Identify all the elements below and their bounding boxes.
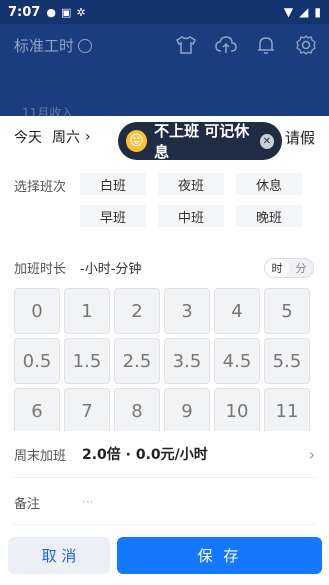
overtime-value: -小时-分钟 (80, 262, 142, 277)
keypad-key[interactable]: 7 (64, 388, 110, 431)
shift-option-rest[interactable]: 休息 (236, 173, 302, 195)
cloud-upload-icon[interactable] (215, 34, 237, 56)
tooltip-text: 不上班 可记休息 (154, 122, 250, 161)
wifi-icon: ▼ (283, 5, 294, 19)
weekend-rate-value: 2.0倍 · 0.0元/小时 (82, 447, 208, 463)
keypad-key[interactable]: 0 (14, 288, 60, 334)
app-title[interactable]: 标准工时 (14, 35, 93, 56)
keypad-key[interactable]: 5.5 (264, 338, 310, 384)
footer-actions: 取 消 保 存 (0, 537, 329, 577)
app-p-icon: ▣ (60, 5, 72, 19)
shift-option-night[interactable]: 夜班 (158, 173, 224, 195)
chevron-right-icon[interactable]: › (85, 129, 91, 145)
divider (14, 477, 315, 478)
gear-icon[interactable] (295, 34, 317, 56)
close-icon[interactable]: ✕ (259, 133, 274, 149)
keypad-key[interactable]: 0.5 (14, 338, 60, 384)
keypad-key[interactable]: 5 (264, 288, 310, 334)
keypad-key[interactable]: 3.5 (164, 338, 210, 384)
unit-hour[interactable]: 时 (265, 259, 289, 277)
record-sheet: 今天 周六 › 请假 选择班次 白班 夜班 休息 早班 中班 晚班 加班时长 -… (0, 116, 329, 585)
keypad-key[interactable]: 9 (164, 388, 210, 431)
signal-icon: ◢ (299, 5, 309, 19)
note-input[interactable]: ··· (82, 495, 93, 509)
weekend-overtime-row[interactable]: 周末加班 2.0倍 · 0.0元/小时 › (0, 432, 329, 476)
keypad-key[interactable]: 3 (164, 288, 210, 334)
keypad-key[interactable]: 2 (114, 288, 160, 334)
cancel-button[interactable]: 取 消 (8, 537, 110, 574)
keypad-key[interactable]: 8 (114, 388, 160, 431)
shift-label: 选择班次 (14, 180, 67, 195)
app-title-text: 标准工时 (14, 37, 75, 55)
keypad-key[interactable]: 1 (64, 288, 110, 334)
shift-option-late[interactable]: 晚班 (236, 205, 302, 227)
app-header: 标准工时 11月收入 (0, 24, 329, 120)
clock-icon (78, 38, 93, 53)
today-label[interactable]: 今天 (14, 127, 42, 147)
shift-option-middle[interactable]: 中班 (158, 205, 224, 227)
battery-icon: ▮ (314, 5, 321, 19)
keypad-key[interactable]: 2.5 (114, 338, 160, 384)
keypad-key[interactable]: 4 (214, 288, 260, 334)
note-label: 备注 (14, 496, 41, 512)
unit-minute[interactable]: 分 (289, 259, 313, 277)
keypad-key[interactable]: 4.5 (214, 338, 260, 384)
shift-option-day[interactable]: 白班 (80, 173, 146, 195)
leave-button[interactable]: 请假 (285, 127, 315, 148)
shirt-icon[interactable] (175, 34, 197, 56)
weekend-label: 周末加班 (14, 448, 67, 464)
notification-icon: ● (46, 5, 56, 19)
rest-tip-tooltip: 😜 不上班 可记休息 ✕ (118, 122, 282, 161)
note-row[interactable]: 备注 ··· (0, 482, 329, 522)
keypad-key[interactable]: 1.5 (64, 338, 110, 384)
keypad-key[interactable]: 10 (214, 388, 260, 431)
bell-icon[interactable] (255, 34, 277, 56)
shift-option-early[interactable]: 早班 (80, 205, 146, 227)
chevron-right-icon: › (308, 444, 315, 464)
hours-keypad: 0 1 2 3 4 5 0.5 1.5 2.5 3.5 4.5 5.5 6 7 … (12, 286, 315, 431)
overtime-label: 加班时长 (14, 262, 67, 277)
settings-status-icon: ✲ (76, 5, 86, 19)
keypad-key[interactable]: 6 (14, 388, 60, 431)
weekday-label[interactable]: 周六 (52, 127, 80, 147)
tongue-emoji-icon: 😜 (126, 130, 148, 152)
unit-toggle[interactable]: 时 分 (264, 258, 314, 278)
keypad-key[interactable]: 11 (264, 388, 310, 431)
save-button[interactable]: 保 存 (117, 537, 322, 574)
divider (14, 524, 315, 525)
status-bar: 7:07 ● ▣ ✲ ▼ ◢ ▮ (0, 0, 329, 24)
status-time: 7:07 (8, 4, 41, 20)
